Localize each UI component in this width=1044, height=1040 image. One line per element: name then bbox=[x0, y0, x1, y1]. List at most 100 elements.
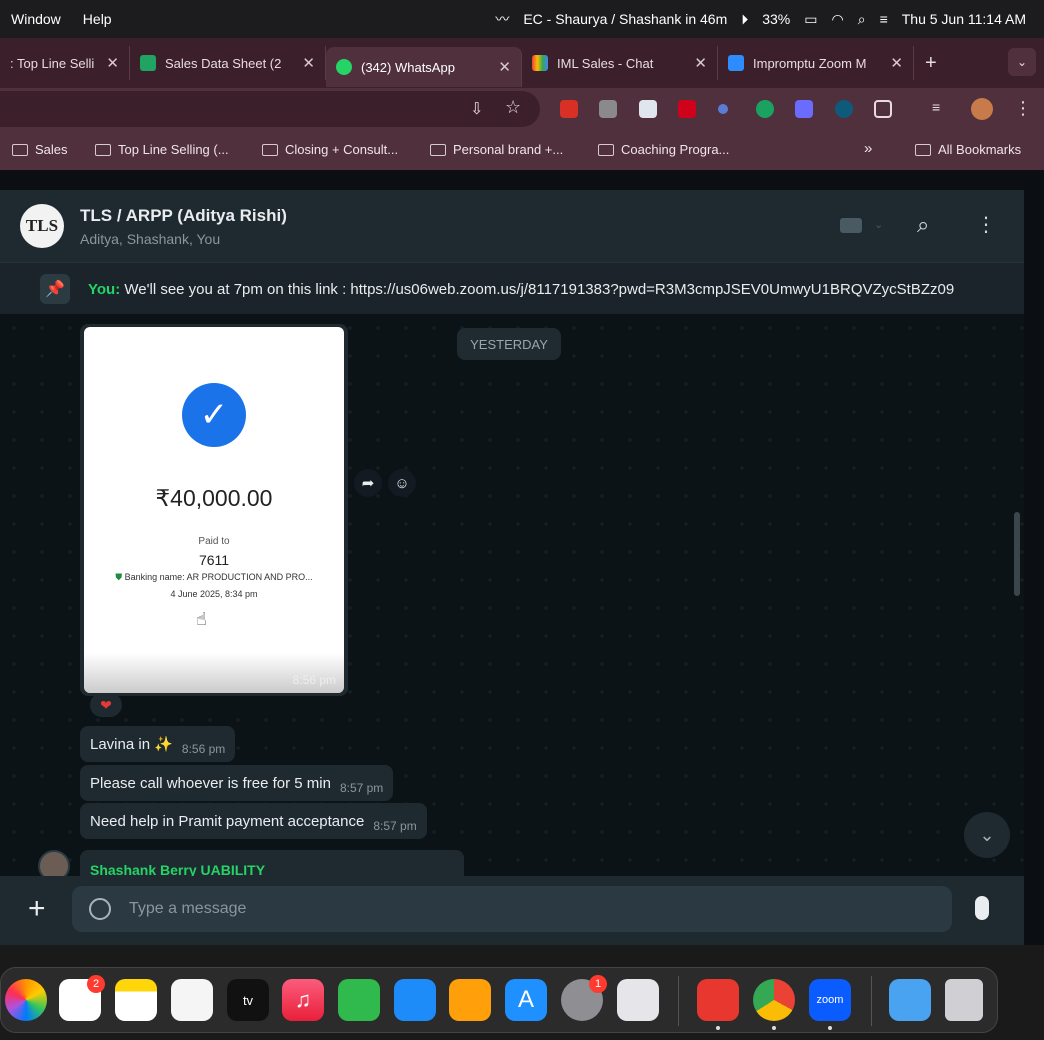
extensions-puzzle-icon[interactable] bbox=[874, 100, 892, 118]
close-icon[interactable]: ✕ bbox=[890, 54, 903, 72]
tab-top-line-selling[interactable]: : Top Line Selli ✕ bbox=[0, 46, 130, 80]
sender-avatar[interactable] bbox=[38, 850, 70, 876]
extension-screenshot-icon[interactable] bbox=[639, 100, 657, 118]
bookmark-top-line-selling[interactable]: Top Line Selling (... bbox=[95, 142, 229, 157]
bookmark-closing-consult[interactable]: Closing + Consult... bbox=[262, 142, 398, 157]
apple-tv-icon[interactable]: tv bbox=[227, 979, 269, 1021]
install-app-icon[interactable]: ⇩ bbox=[470, 99, 483, 119]
check-icon: ✓ bbox=[182, 383, 246, 447]
acrobat-icon[interactable] bbox=[678, 100, 696, 118]
chat-title[interactable]: TLS / ARPP (Aditya Rishi) bbox=[80, 206, 287, 226]
new-tab-button[interactable]: + bbox=[925, 52, 937, 75]
sticker-icon[interactable] bbox=[89, 898, 111, 920]
sender-name[interactable]: Shashank Berry UABILITY bbox=[80, 850, 464, 876]
battery-icon[interactable]: ▭ bbox=[804, 11, 817, 28]
pinned-message[interactable]: You: We'll see you at 7pm on this link :… bbox=[88, 281, 954, 298]
tab-whatsapp[interactable]: (342) WhatsApp ✕ bbox=[326, 47, 522, 87]
control-center-icon[interactable]: ≡ bbox=[880, 11, 888, 27]
running-indicator bbox=[716, 1026, 720, 1030]
extension-grey-icon[interactable] bbox=[599, 100, 617, 118]
bookmark-label: Personal brand +... bbox=[453, 142, 564, 157]
trash-icon[interactable] bbox=[945, 979, 983, 1021]
forward-icon[interactable]: ➦ bbox=[354, 469, 382, 497]
scroll-to-bottom-icon[interactable]: ⌄ bbox=[964, 812, 1010, 858]
close-icon[interactable]: ✕ bbox=[694, 54, 707, 72]
system-settings-icon[interactable]: 1 bbox=[561, 975, 607, 1021]
message-bubble[interactable]: Please call whoever is free for 5 min 8:… bbox=[80, 765, 394, 801]
tab-search-chevron-icon[interactable]: ⌄ bbox=[1008, 48, 1036, 76]
bookmark-coaching-program[interactable]: Coaching Progra... bbox=[598, 142, 729, 157]
bookmark-sales[interactable]: Sales bbox=[12, 142, 68, 157]
anydesk-icon[interactable] bbox=[697, 979, 739, 1021]
scrollbar[interactable] bbox=[1014, 512, 1020, 596]
group-avatar[interactable]: TLS bbox=[20, 204, 64, 248]
message-bubble[interactable]: Need help in Pramit payment acceptance 8… bbox=[80, 803, 427, 839]
iphone-mirroring-icon[interactable] bbox=[617, 979, 659, 1021]
attach-plus-icon[interactable]: + bbox=[28, 892, 46, 926]
all-bookmarks[interactable]: All Bookmarks bbox=[915, 142, 1021, 157]
spotlight-search-icon[interactable]: ⌕ bbox=[858, 11, 866, 28]
pages-icon[interactable] bbox=[449, 979, 491, 1021]
calendar-event[interactable]: EC - Shaurya / Shashank in 46m bbox=[523, 11, 727, 27]
zoom-app-icon[interactable]: zoom bbox=[809, 979, 851, 1021]
message-input[interactable]: Type a message bbox=[72, 886, 952, 932]
all-bookmarks-label: All Bookmarks bbox=[938, 142, 1022, 157]
close-icon[interactable]: ✕ bbox=[106, 54, 119, 72]
menu-window[interactable]: Window bbox=[11, 11, 61, 27]
photos-icon[interactable] bbox=[5, 979, 47, 1021]
music-icon[interactable]: ♫ bbox=[282, 979, 324, 1021]
wifi-icon[interactable]: ◠ bbox=[832, 11, 844, 28]
numbers-icon[interactable] bbox=[338, 979, 380, 1021]
menu-help[interactable]: Help bbox=[83, 11, 112, 27]
pin-icon: 📌 bbox=[40, 274, 70, 304]
chevron-down-icon[interactable]: ⌄ bbox=[874, 218, 883, 231]
payment-receipt-image[interactable]: ✓ ₹40,000.00 Paid to 7611 ⛊ Banking name… bbox=[84, 327, 344, 693]
message-time: 8:56 pm bbox=[292, 673, 336, 687]
search-icon[interactable]: ⌕ bbox=[917, 212, 929, 238]
chat-menu-icon[interactable]: ⋮ bbox=[976, 212, 996, 237]
google-chat-icon bbox=[532, 55, 548, 71]
cast-icon[interactable]: 〰 bbox=[495, 9, 509, 29]
extension-gear-icon[interactable] bbox=[795, 100, 813, 118]
chat-pane: TLS TLS / ARPP (Aditya Rishi) Aditya, Sh… bbox=[0, 190, 1024, 945]
browser-menu-icon[interactable]: ⋮ bbox=[1014, 98, 1032, 119]
keynote-icon[interactable] bbox=[394, 979, 436, 1021]
pinned-message-bar[interactable]: 📌 You: We'll see you at 7pm on this link… bbox=[0, 262, 1024, 314]
extension-arrow-icon[interactable] bbox=[718, 104, 728, 114]
extension-quote-icon[interactable] bbox=[756, 100, 774, 118]
bookmark-star-icon[interactable]: ☆ bbox=[505, 97, 521, 118]
date-divider: YESTERDAY bbox=[457, 328, 561, 360]
chrome-icon[interactable] bbox=[753, 979, 795, 1021]
clock[interactable]: Thu 5 Jun 11:14 AM bbox=[902, 11, 1026, 27]
chat-header[interactable]: TLS TLS / ARPP (Aditya Rishi) Aditya, Sh… bbox=[0, 190, 1024, 262]
extension-dots-icon[interactable] bbox=[835, 100, 853, 118]
tv-label: tv bbox=[242, 992, 254, 1008]
chat-participants: Aditya, Shashank, You bbox=[80, 231, 221, 247]
address-field[interactable]: ⇩ ☆ bbox=[0, 91, 540, 127]
emoji-react-icon[interactable]: ☺ bbox=[388, 469, 416, 497]
close-icon[interactable]: ✕ bbox=[302, 54, 315, 72]
folder-icon bbox=[95, 143, 111, 156]
extension-red-icon[interactable] bbox=[560, 100, 578, 118]
bookmarks-overflow-button[interactable]: » bbox=[864, 140, 872, 157]
tab-iml-sales-chat[interactable]: IML Sales - Chat ✕ bbox=[522, 46, 718, 80]
message-bubble[interactable]: Lavina in ✨ 8:56 pm bbox=[80, 726, 236, 762]
profile-avatar[interactable] bbox=[971, 98, 993, 120]
image-message[interactable]: ✓ ₹40,000.00 Paid to 7611 ⛊ Banking name… bbox=[80, 324, 348, 696]
freeform-icon[interactable] bbox=[171, 979, 213, 1021]
reading-list-icon[interactable]: ≡ bbox=[932, 99, 950, 117]
tab-sales-data-sheet[interactable]: Sales Data Sheet (2 ✕ bbox=[130, 46, 326, 80]
notes-icon[interactable] bbox=[115, 979, 157, 1021]
video-call-icon[interactable] bbox=[840, 218, 862, 233]
tab-impromptu-zoom[interactable]: Impromptu Zoom M ✕ bbox=[718, 46, 914, 80]
close-icon[interactable]: ✕ bbox=[498, 58, 511, 76]
bookmark-personal-brand[interactable]: Personal brand +... bbox=[430, 142, 563, 157]
microphone-icon[interactable] bbox=[975, 896, 989, 920]
reminders-icon[interactable]: 2 bbox=[59, 975, 105, 1021]
downloads-folder-icon[interactable] bbox=[889, 979, 931, 1021]
message-time: 8:56 pm bbox=[181, 742, 226, 756]
heart-reaction-icon[interactable]: ❤ bbox=[90, 693, 122, 717]
message-list[interactable]: YESTERDAY ✓ ₹40,000.00 Paid to 7611 ⛊ Ba… bbox=[0, 314, 1024, 876]
app-store-icon[interactable]: A bbox=[505, 979, 547, 1021]
play-icon[interactable]: ⏵ bbox=[741, 11, 748, 28]
